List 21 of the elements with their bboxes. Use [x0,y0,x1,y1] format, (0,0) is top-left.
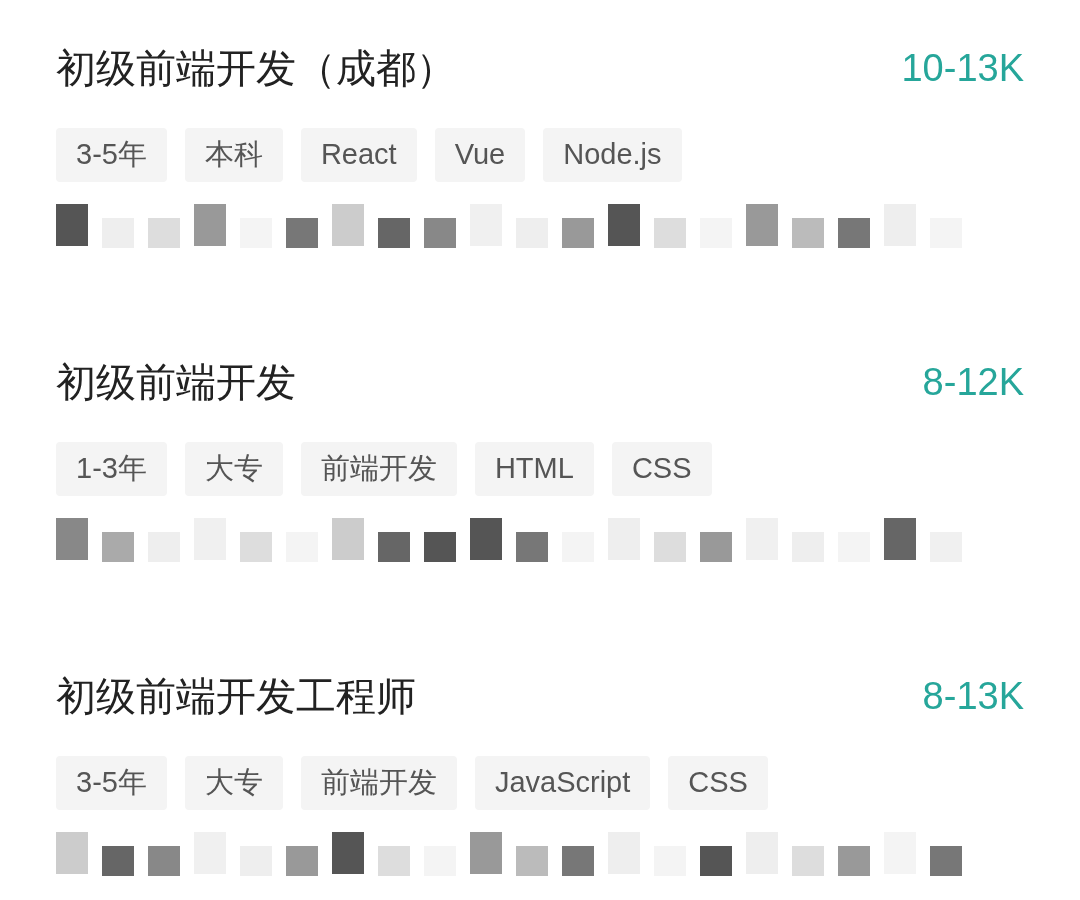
job-tag: JavaScript [474,756,651,810]
salary-range: 8-12K [922,363,1024,401]
job-tag: HTML [474,442,594,496]
job-tag: 前端开发 [300,442,457,496]
job-tag: CSS [611,442,712,496]
salary-range: 10-13K [901,49,1024,87]
job-tag: 前端开发 [300,756,457,810]
job-title: 初级前端开发工程师 [56,676,416,716]
job-tag: 大专 [184,756,283,810]
job-tag: 3-5年 [56,756,167,810]
job-tag: CSS [668,756,768,810]
job-tag: Vue [434,128,526,182]
job-tag: 1-3年 [56,442,167,496]
job-tag: 本科 [184,128,283,182]
job-tag: 大专 [184,442,283,496]
job-title: 初级前端开发（成都） [56,48,456,88]
job-tag: React [300,128,417,182]
salary-range: 8-13K [922,677,1024,715]
job-title: 初级前端开发 [56,362,296,402]
job-tag: Node.js [543,128,682,182]
job-tag: 3-5年 [56,128,167,182]
